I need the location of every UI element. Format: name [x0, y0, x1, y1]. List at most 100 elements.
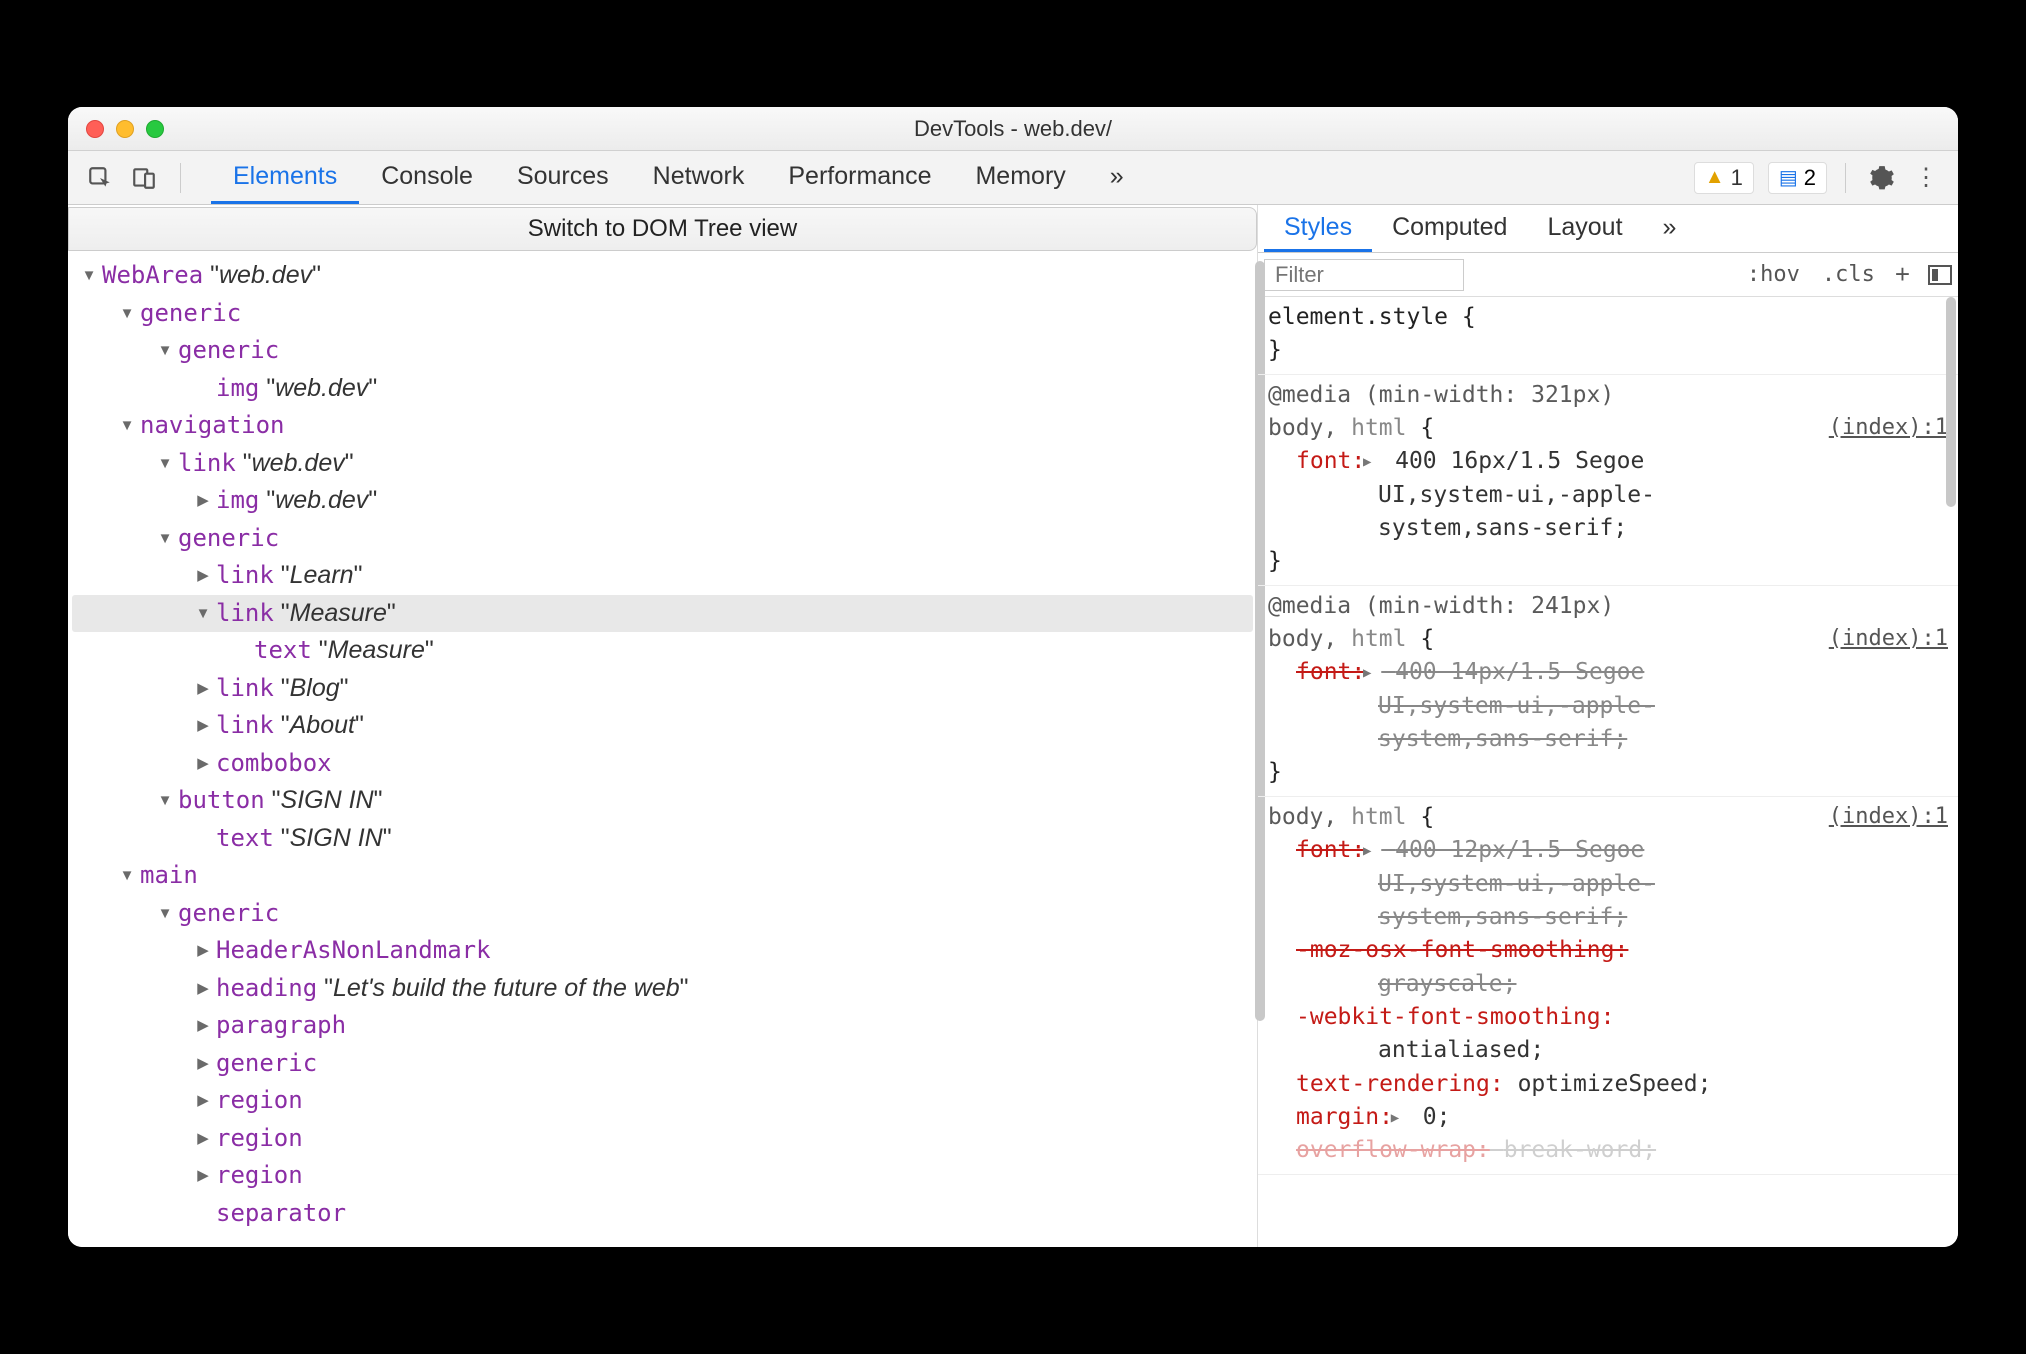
tree-node[interactable]: button "SIGN IN": [72, 782, 1253, 820]
minimize-icon[interactable]: [116, 120, 134, 138]
expand-icon[interactable]: [154, 520, 176, 558]
tree-node[interactable]: HeaderAsNonLandmark: [72, 932, 1253, 970]
ax-role: link: [216, 599, 274, 627]
ax-role: paragraph: [216, 1011, 346, 1039]
tree-node[interactable]: img "web.dev": [72, 482, 1253, 520]
tree-node[interactable]: text "SIGN IN": [72, 820, 1253, 858]
styles-body[interactable]: element.style { } @media (min-width: 321…: [1258, 297, 1958, 1247]
css-declaration[interactable]: text-rendering: optimizeSpeed;: [1268, 1068, 1948, 1101]
tree-node[interactable]: main: [72, 857, 1253, 895]
tree-node[interactable]: generic: [72, 295, 1253, 333]
expand-icon[interactable]: [192, 1120, 214, 1158]
css-rule[interactable]: (index):1 body, html { font:▶ 400 12px/1…: [1258, 797, 1958, 1175]
ax-role: HeaderAsNonLandmark: [216, 936, 491, 964]
source-link[interactable]: (index):1: [1829, 623, 1948, 655]
tab-elements[interactable]: Elements: [211, 151, 359, 204]
tree-node[interactable]: img "web.dev": [72, 370, 1253, 408]
expand-icon[interactable]: [192, 745, 214, 783]
tree-node[interactable]: region: [72, 1157, 1253, 1195]
expand-icon[interactable]: [154, 895, 176, 933]
tree-node[interactable]: generic: [72, 332, 1253, 370]
tree-node[interactable]: text "Measure": [72, 632, 1253, 670]
css-declaration[interactable]: font:▶ 400 16px/1.5 Segoe UI,system-ui,-…: [1268, 445, 1948, 545]
expand-icon[interactable]: [154, 445, 176, 483]
more-icon[interactable]: ⋮: [1908, 160, 1944, 196]
css-declaration-overridden[interactable]: overflow-wrap: break-word;: [1268, 1134, 1948, 1167]
settings-icon[interactable]: [1864, 160, 1900, 196]
source-link[interactable]: (index):1: [1829, 801, 1948, 833]
css-declaration-overridden[interactable]: font:▶ 400 14px/1.5 Segoe UI,system-ui,-…: [1268, 656, 1948, 756]
subtab-computed[interactable]: Computed: [1372, 205, 1527, 252]
styles-filter-input[interactable]: [1264, 259, 1464, 291]
expand-icon[interactable]: [192, 1007, 214, 1045]
css-rule[interactable]: @media (min-width: 241px) (index):1 body…: [1258, 586, 1958, 797]
hover-toggle[interactable]: :hov: [1739, 262, 1808, 287]
ax-name: web.dev: [252, 449, 345, 477]
class-toggle[interactable]: .cls: [1814, 262, 1883, 287]
expand-icon[interactable]: [192, 482, 214, 520]
ax-name: Let's build the future of the web: [333, 974, 680, 1002]
tab-overflow[interactable]: »: [1088, 151, 1146, 204]
device-toggle-icon[interactable]: [126, 160, 162, 196]
subtab-styles[interactable]: Styles: [1264, 205, 1372, 252]
expand-icon[interactable]: [192, 970, 214, 1008]
computed-panel-toggle-icon[interactable]: [1928, 265, 1952, 285]
issues-badge[interactable]: ▤ 2: [1768, 162, 1827, 194]
expand-icon[interactable]: [192, 707, 214, 745]
tree-node[interactable]: WebArea "web.dev": [72, 257, 1253, 295]
tree-node[interactable]: navigation: [72, 407, 1253, 445]
tree-node[interactable]: separator: [72, 1195, 1253, 1233]
subtab-layout[interactable]: Layout: [1527, 205, 1642, 252]
tree-node[interactable]: generic: [72, 520, 1253, 558]
tab-performance[interactable]: Performance: [766, 151, 953, 204]
expand-icon[interactable]: [116, 295, 138, 333]
expand-icon[interactable]: [78, 257, 100, 295]
css-rule[interactable]: @media (min-width: 321px) (index):1 body…: [1258, 375, 1958, 586]
zoom-icon[interactable]: [146, 120, 164, 138]
traffic-lights: [68, 120, 164, 138]
expand-icon[interactable]: [192, 670, 214, 708]
css-declaration-overridden[interactable]: font:▶ 400 12px/1.5 Segoe UI,system-ui,-…: [1268, 834, 1948, 934]
close-icon[interactable]: [86, 120, 104, 138]
expand-icon[interactable]: [192, 932, 214, 970]
tree-node[interactable]: link "Learn": [72, 557, 1253, 595]
css-declaration[interactable]: -webkit-font-smoothing: antialiased;: [1268, 1001, 1948, 1068]
expand-icon[interactable]: [192, 595, 214, 633]
expand-icon[interactable]: [192, 1157, 214, 1195]
scrollbar[interactable]: [1946, 297, 1956, 507]
expand-icon[interactable]: [154, 332, 176, 370]
tab-network[interactable]: Network: [631, 151, 767, 204]
element-style-rule[interactable]: element.style { }: [1258, 297, 1958, 375]
tree-node[interactable]: region: [72, 1120, 1253, 1158]
tree-node[interactable]: combobox: [72, 745, 1253, 783]
tab-memory[interactable]: Memory: [953, 151, 1087, 204]
ax-name: SIGN IN: [281, 786, 374, 814]
source-link[interactable]: (index):1: [1829, 412, 1948, 444]
expand-icon[interactable]: [192, 557, 214, 595]
expand-icon[interactable]: [192, 1082, 214, 1120]
tree-node[interactable]: generic: [72, 1045, 1253, 1083]
tree-node[interactable]: link "Blog": [72, 670, 1253, 708]
tree-node[interactable]: paragraph: [72, 1007, 1253, 1045]
inspect-icon[interactable]: [82, 160, 118, 196]
tab-sources[interactable]: Sources: [495, 151, 631, 204]
expand-icon[interactable]: [154, 782, 176, 820]
tree-node[interactable]: link "web.dev": [72, 445, 1253, 483]
tab-console[interactable]: Console: [359, 151, 495, 204]
expand-icon[interactable]: [192, 1045, 214, 1083]
expand-icon[interactable]: [116, 407, 138, 445]
tree-node[interactable]: generic: [72, 895, 1253, 933]
tree-node[interactable]: link "Measure": [72, 595, 1253, 633]
accessibility-tree[interactable]: WebArea "web.dev"genericgenericimg "web.…: [68, 251, 1257, 1247]
tree-node[interactable]: heading "Let's build the future of the w…: [72, 970, 1253, 1008]
ax-role: link: [216, 711, 274, 739]
switch-to-dom-button[interactable]: Switch to DOM Tree view: [68, 207, 1257, 251]
css-declaration[interactable]: margin:▶ 0;: [1268, 1101, 1948, 1134]
new-style-rule-icon[interactable]: +: [1889, 259, 1916, 290]
tree-node[interactable]: link "About": [72, 707, 1253, 745]
expand-icon[interactable]: [116, 857, 138, 895]
subtab-overflow[interactable]: »: [1643, 205, 1697, 252]
tree-node[interactable]: region: [72, 1082, 1253, 1120]
warnings-badge[interactable]: ▲ 1: [1694, 162, 1754, 194]
css-declaration-overridden[interactable]: -moz-osx-font-smoothing: grayscale;: [1268, 934, 1948, 1001]
